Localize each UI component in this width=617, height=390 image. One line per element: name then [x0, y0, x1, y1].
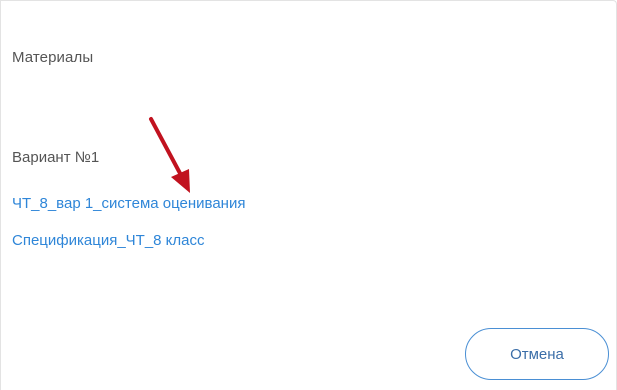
specification-link[interactable]: Спецификация_ЧТ_8 класс — [12, 232, 205, 249]
red-arrow-icon — [149, 117, 190, 193]
variant-heading: Вариант №1 — [12, 149, 100, 166]
materials-dialog: Материалы Вариант №1 ЧТ_8_вар 1_система … — [0, 0, 617, 390]
materials-heading: Материалы — [12, 49, 94, 66]
cancel-button[interactable]: Отмена — [465, 328, 609, 380]
grading-system-link[interactable]: ЧТ_8_вар 1_система оценивания — [12, 195, 245, 212]
